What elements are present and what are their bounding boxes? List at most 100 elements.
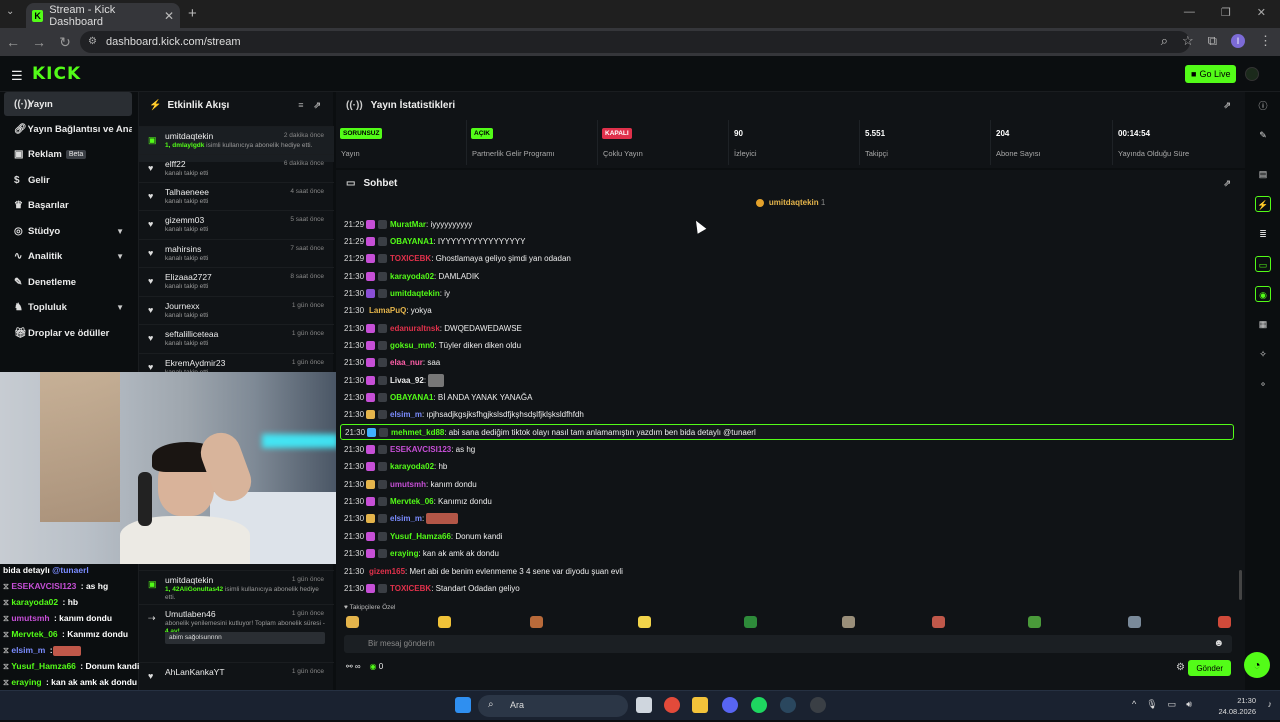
chat-message[interactable]: 21:30 TOXICEBK: Standart Odadan geliyo [340,580,1234,596]
notification-bell-icon[interactable]: ♪ [1268,699,1273,709]
filter-icon[interactable]: ≡ [298,100,303,111]
chat-username[interactable]: karayoda02 [390,462,434,471]
chat-message[interactable]: 21:30 karayoda02: hb [340,459,1234,475]
chat-message[interactable]: 21:30 Yusuf_Hamza66: Donum kandi [340,528,1234,544]
send-button[interactable]: Gönder [1188,660,1231,676]
extensions-icon[interactable]: ⧉ [1208,33,1217,49]
chat-message[interactable]: 21:30 goksu_mn0: Tüyler diken diken oldu [340,337,1234,353]
tab-close-icon[interactable]: ✕ [164,9,174,23]
chat-username[interactable]: umutsmh [390,480,426,489]
emote-button[interactable] [842,616,855,628]
emote-button[interactable] [744,616,757,628]
forward-arrow-icon[interactable]: → [26,34,52,50]
sidebar-item-topluluk[interactable]: ♞ Topluluk ▼ [4,295,132,319]
chat-message[interactable]: 21:29 TOXICEBK: Ghostlamaya geliyo şimdi … [340,251,1234,267]
chat-username[interactable]: MuratMar [390,220,426,229]
taskbar-clock[interactable]: 21:30 24.08.2026 [1218,695,1256,717]
feed-item[interactable]: ♥ elff22 6 dakika önce kanalı takip etti [139,154,334,182]
sidebar-item-gelir[interactable]: $ Gelir [4,168,132,192]
popout-icon[interactable]: ⇗ [313,100,321,111]
chat-message[interactable]: 21:30 Mervtek_06: Kanımız dondu [340,494,1234,510]
feed-item[interactable]: ♥ Elizaaa2727 8 saat önce kanalı takip etti [139,267,334,295]
taskbar-search[interactable]: ⌕ Ara [478,695,628,717]
go-live-button[interactable]: ■ Go Live [1185,65,1237,83]
sidebar-item-analitik[interactable]: ∿ Analitik ▼ [4,244,132,268]
maximize-icon[interactable]: ❐ [1221,6,1231,19]
chat-fab-button[interactable]: ◔ [1244,652,1270,678]
stats-card-icon[interactable]: ▤ [1255,166,1271,182]
tray-chevron-icon[interactable]: ^ [1132,699,1136,710]
chat-username[interactable]: elaa_nur [390,358,423,367]
chat-message[interactable]: 21:30 OBAYANA1: Bİ ANDA YANAK YANAĞA [340,390,1234,406]
chat-username[interactable]: TOXICEBK [390,584,431,593]
chat-settings-gear-icon[interactable]: ⚙ [1176,662,1185,673]
chat-username[interactable]: elsim_m [390,514,422,523]
spotify-icon[interactable] [751,697,767,713]
steam-icon[interactable] [780,697,796,713]
minimize-icon[interactable]: — [1184,6,1195,19]
chat-message[interactable]: 21:30 elsim_m: [340,511,1234,527]
task-view-icon[interactable] [636,697,652,713]
chat-username[interactable]: TOXICEBK [390,254,431,263]
close-window-icon[interactable]: ✕ [1257,6,1266,19]
zoom-icon[interactable]: ⌕ [1161,33,1168,49]
sidebar-item-denetleme[interactable]: ✎ Denetleme [4,270,132,294]
chat-messages[interactable]: 21:29 MuratMar: iyyyyyyyyyy 21:29 OBAYANA1:… [340,216,1238,596]
info-icon[interactable]: ⓘ [1255,98,1271,114]
chat-message-input[interactable]: Bir mesaj gönderin ☻ [344,635,1232,653]
sidebar-item-studyo[interactable]: ◎ Stüdyo ▼ [4,219,132,243]
emote-button[interactable] [638,616,651,628]
sidebar-item-droplar[interactable]: 🎁︎ Droplar ve ödüller [4,321,132,345]
browser-tab-active[interactable]: K Stream - Kick Dashboard ✕ [26,3,180,28]
chat-scrollbar[interactable] [1239,570,1242,600]
feed-item[interactable]: ♥ Talhaeneee 4 saat önce kanalı takip etti [139,182,334,210]
chat-username[interactable]: karayoda02 [390,272,434,281]
chat-username[interactable]: goksu_mn0 [390,341,434,350]
chat-username[interactable]: LamaPuQ [369,306,406,315]
emote-button[interactable] [1218,616,1231,628]
chat-username[interactable]: gizem165 [369,567,405,576]
site-info-icon[interactable]: ⚙ [88,36,97,47]
sidebar-item-stream-key[interactable]: 🔗︎Yayın Bağlantısı ve Anahtarı [4,117,132,141]
chat-username[interactable]: OBAYANA1 [390,237,433,246]
broadcast-toggle-icon[interactable]: ◉ [1255,286,1271,302]
chat-message[interactable]: 21:29 OBAYANA1: IYYYYYYYYYYYYYYYY [340,233,1234,249]
emote-button[interactable] [932,616,945,628]
connections-icon[interactable]: ⚯ ∞ [346,662,361,671]
events-bolt-icon[interactable]: ⚡ [1255,196,1271,212]
chat-username[interactable]: ESEKAVCISI123 [390,445,451,454]
feed-item[interactable]: ⇢ Umutlaben46 1 gün önce abonelik yenilemes… [139,604,334,648]
chat-toggle-icon[interactable]: ▭ [1255,256,1271,272]
sidebar-item-yayin[interactable]: ((·)) Yayın [4,92,132,116]
pinned-gifter[interactable]: umitdaqtekin 1 [336,198,1245,214]
chat-username[interactable]: Yusuf_Hamza66 [390,532,451,541]
chat-username[interactable]: elsim_m [390,410,422,419]
chat-message[interactable]: 21:30 edanuraltnsk: DWQEDAWEDAWSE [340,320,1234,336]
feed-item[interactable]: ♥ mahirsins 7 saat önce kanalı takip etti [139,239,334,267]
popout-icon[interactable]: ⇗ [1223,178,1231,189]
chat-username[interactable]: Livaa_92 [390,376,424,385]
feed-item[interactable]: ♥ AhLanKankaYT 1 gün önce [139,662,334,690]
chat-message[interactable]: 21:30 gizem165: Mert abi de benim evlenme… [340,563,1234,579]
tab-list-chevron-icon[interactable]: ⌄ [6,6,14,17]
feed-item[interactable]: ▣ umitdaqtekin 1 gün önce 1, 42AliGonultas4… [139,570,334,601]
bookmark-star-icon[interactable]: ☆ [1182,33,1194,49]
microphone-icon[interactable]: 🎙︎ [1146,699,1157,710]
chat-username[interactable]: eraying [390,549,418,558]
file-explorer-icon[interactable] [692,697,708,713]
volume-icon[interactable]: 🔊︎ [1186,699,1192,710]
obs-icon[interactable] [810,697,826,713]
network-icon[interactable]: ▭ [1168,699,1177,710]
chat-username[interactable]: Mervtek_06 [390,497,434,506]
url-field[interactable]: ⚙ dashboard.kick.com/stream [80,31,1190,53]
chat-message[interactable]: 21:30 ESEKAVCISI123: as hg [340,442,1234,458]
emote-button[interactable] [346,616,359,628]
windows-start-icon[interactable] [455,697,471,713]
kick-logo[interactable]: KICK [32,64,81,84]
profile-avatar[interactable]: I [1231,34,1245,48]
emote-button[interactable] [438,616,451,628]
reload-icon[interactable]: ↻ [52,34,78,51]
feed-item[interactable]: ♥ gizemm03 5 saat önce kanalı takip etti [139,210,334,238]
chat-message[interactable]: 21:30 elaa_nur: saa [340,355,1234,371]
chat-message[interactable]: 21:30 Livaa_92: [340,372,1234,388]
